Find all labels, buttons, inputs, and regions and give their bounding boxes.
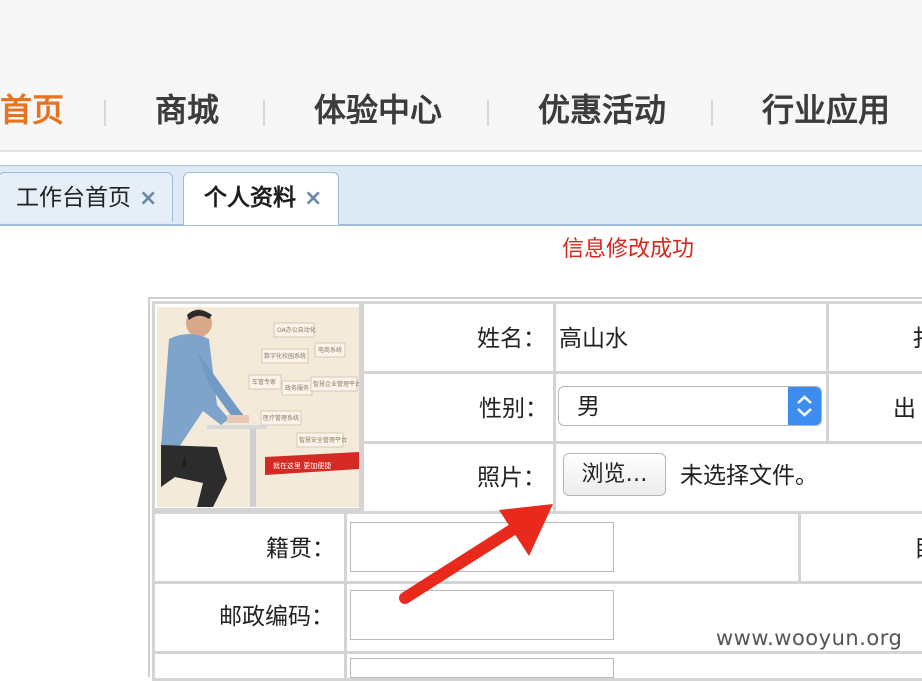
gender-label: 性别： [479,396,548,422]
right-label-cell [826,301,922,374]
name-label: 姓名： [477,326,546,352]
nav-home[interactable]: 首页 [0,88,64,132]
nav-separator [711,100,713,126]
select-arrows-icon[interactable] [788,387,821,425]
svg-text:OA办公自动化: OA办公自动化 [277,326,316,334]
next-row-input[interactable] [350,658,614,678]
nav-separator [263,100,265,126]
nav-separator [104,100,106,126]
name-value: 高山水 [559,326,628,352]
nav-mall[interactable]: 商城 [155,88,219,132]
svg-text:智慧企业管理平台: 智慧企业管理平台 [313,380,359,388]
right-label-partial: 出 [893,396,916,422]
close-icon[interactable]: × [304,174,322,224]
success-message: 信息修改成功 [562,237,695,262]
tab-label: 工作台首页 [16,185,131,211]
nav-experience-center[interactable]: 体验中心 [314,88,442,132]
svg-text:医疗管理系统: 医疗管理系统 [263,414,299,422]
tab-workbench-home[interactable]: 工作台首页 × [0,172,173,222]
tab-label: 个人资料 [204,185,296,211]
gender-selected-value: 男 [577,394,600,420]
nav-separator [487,100,489,126]
gender-select[interactable]: 男 [558,386,822,426]
no-file-selected-text: 未选择文件。 [680,463,818,489]
postcode-label: 邮政编码： [219,604,334,630]
nav-promotions[interactable]: 优惠活动 [538,88,666,132]
profile-photo: OA办公自动化 数字化校园系统 电商系统 车管专家 政务服务 智慧企业管理平台 … [157,307,361,507]
svg-text:政务服务: 政务服务 [285,384,309,392]
svg-text:电商系统: 电商系统 [318,346,342,354]
photo-label: 照片： [477,465,546,491]
nav-industry-apps[interactable]: 行业应用 [762,88,890,132]
svg-text:车管专家: 车管专家 [252,378,276,386]
svg-text:就在这里 更加便捷: 就在这里 更加便捷 [273,461,331,470]
watermark: www.wooyun.org [716,626,903,650]
svg-text:数字化校园系统: 数字化校园系统 [264,352,306,360]
svg-text:智慧安全管理平台: 智慧安全管理平台 [299,436,347,444]
tab-personal-profile[interactable]: 个人资料 × [183,172,339,225]
red-arrow-annotation [399,504,553,604]
right-label-partial: 扌 [912,324,922,354]
browse-file-button[interactable]: 浏览… [563,453,666,496]
close-icon[interactable]: × [139,174,157,224]
right-label-cell [798,511,922,584]
next-row-label-cell [152,651,347,681]
hometown-label: 籍贯： [266,536,335,562]
right-label-partial: 目 [914,534,922,564]
